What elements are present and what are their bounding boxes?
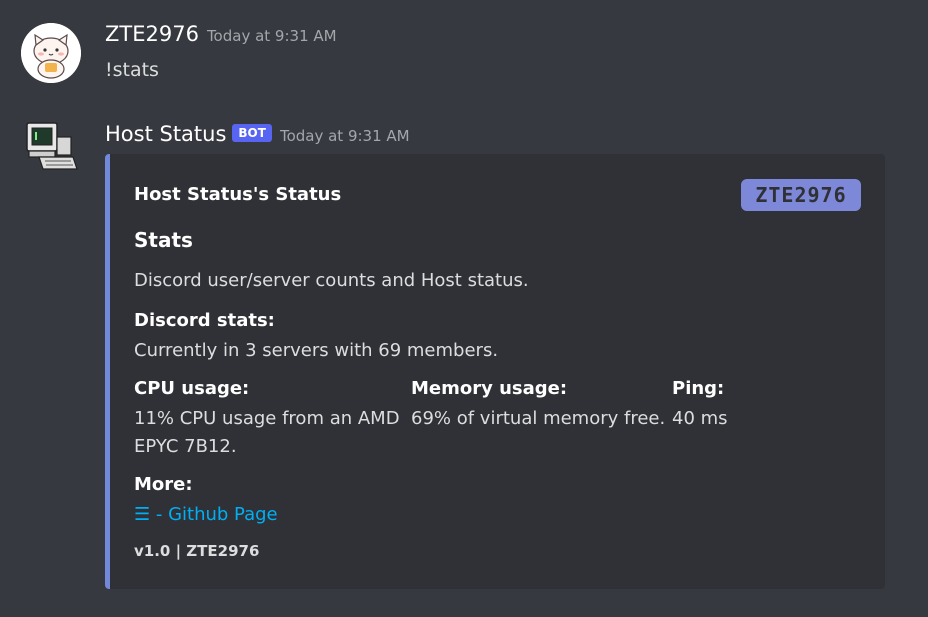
field-memory-usage: Memory usage: 69% of virtual memory free…: [411, 378, 666, 433]
field-value: 11% CPU usage from an AMD EPYC 7B12.: [134, 408, 400, 457]
field-name: Discord stats:: [134, 310, 275, 331]
field-ping: Ping: 40 ms: [672, 378, 728, 433]
field-discord-stats: Discord stats: Currently in 3 servers wi…: [134, 310, 498, 365]
message-header-1: ZTE2976 Today at 9:31 AM: [105, 22, 337, 46]
bot-badge: BOT: [232, 124, 272, 142]
field-value: ☰ - Github Page: [134, 501, 278, 529]
bot-username[interactable]: Host Status: [105, 122, 226, 146]
timestamp: Today at 9:31 AM: [279, 127, 410, 145]
field-more: More: ☰ - Github Page: [134, 474, 278, 529]
field-value: Currently in 3 servers with 69 members.: [134, 340, 499, 361]
bot-avatar[interactable]: [21, 117, 81, 177]
message-header-2: Host Status BOT Today at 9:31 AM: [105, 122, 410, 146]
field-name: Memory usage:: [411, 378, 568, 399]
embed-footer: v1.0 | ZTE2976: [134, 542, 260, 560]
embed-thumbnail[interactable]: ZTE2976: [741, 179, 861, 211]
field-value: 40 ms: [672, 408, 728, 429]
field-cpu-usage: CPU usage: 11% CPU usage from an AMD EPY…: [134, 378, 404, 461]
username[interactable]: ZTE2976: [105, 22, 199, 46]
status-embed: Host Status's Status ZTE2976 Stats Disco…: [105, 154, 885, 589]
embed-author: Host Status's Status: [134, 184, 342, 205]
cat-avatar-icon: [21, 23, 81, 83]
message-content: !stats: [105, 59, 159, 81]
embed-description: Discord user/server counts and Host stat…: [134, 270, 529, 291]
field-value: 69% of virtual memory free.: [411, 408, 666, 429]
embed-title: Stats: [134, 228, 193, 252]
user-avatar[interactable]: [21, 23, 81, 83]
github-page-link[interactable]: ☰ - Github Page: [134, 504, 278, 525]
timestamp: Today at 9:31 AM: [206, 27, 337, 45]
computer-avatar-icon: [26, 122, 78, 170]
field-name: CPU usage:: [134, 378, 250, 399]
field-name: Ping:: [672, 378, 725, 399]
field-name: More:: [134, 474, 193, 495]
